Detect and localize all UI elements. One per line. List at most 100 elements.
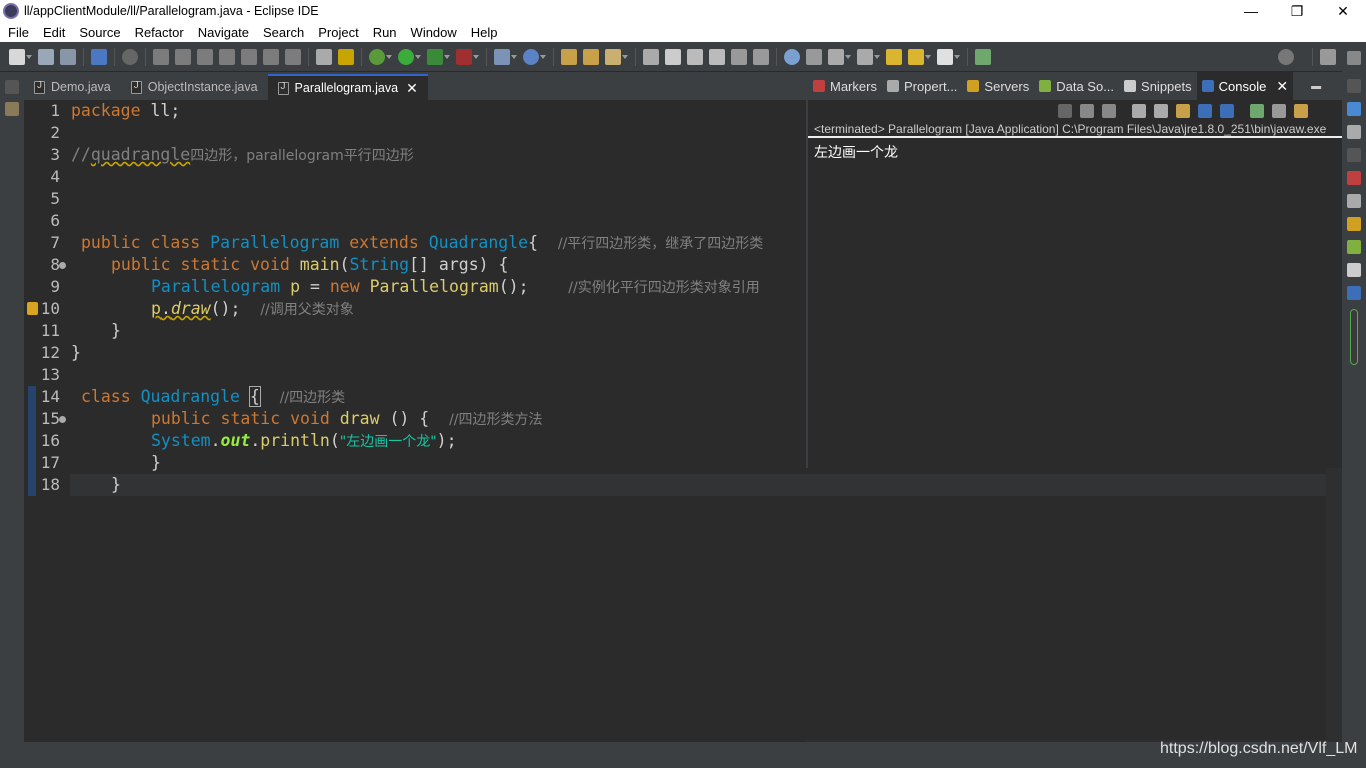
data-source-icon[interactable] (1347, 240, 1361, 254)
java-ee-perspective-icon[interactable] (1320, 48, 1336, 65)
run-dropdown-icon[interactable] (415, 54, 421, 59)
step-return-icon[interactable] (285, 48, 301, 65)
close-window-button[interactable]: ✕ (1320, 0, 1366, 22)
tab-objectinstance-java[interactable]: ObjectInstance.java (121, 74, 268, 100)
step-over-icon[interactable] (263, 48, 279, 65)
view-menu-icon[interactable]: ▬ (1311, 81, 1321, 92)
close-tab-icon[interactable]: ✕ (406, 80, 418, 97)
terminate-icon[interactable] (197, 48, 213, 65)
use-step-filters-icon[interactable] (338, 48, 354, 65)
menu-search[interactable]: Search (255, 25, 310, 40)
debug-dropdown-icon[interactable] (386, 54, 392, 59)
tab-parallelogram-java[interactable]: Parallelogram.java ✕ (267, 74, 428, 100)
tab-data-source[interactable]: Data So... (1034, 72, 1119, 100)
task-list-icon[interactable] (1347, 125, 1361, 139)
pin-console-icon[interactable] (1250, 104, 1264, 118)
open-perspective-icon[interactable] (975, 48, 991, 65)
menu-navigate[interactable]: Navigate (190, 25, 255, 40)
coverage-icon[interactable] (427, 48, 443, 65)
previous-annotation-icon[interactable] (857, 48, 873, 65)
save-all-icon[interactable] (60, 48, 76, 65)
restore-button[interactable]: ❐ (1274, 0, 1320, 22)
drop-to-frame-icon[interactable] (316, 48, 332, 65)
resume-icon[interactable] (153, 48, 169, 65)
minimize-button[interactable]: — (1228, 0, 1274, 22)
scroll-lock-icon[interactable] (1154, 104, 1168, 118)
next-annotation-icon[interactable] (828, 48, 844, 65)
pin-editor-icon[interactable] (806, 48, 822, 65)
search-tool-icon[interactable] (605, 48, 621, 65)
remove-launch-icon[interactable] (1080, 104, 1094, 118)
external-tools-dropdown-icon[interactable] (473, 54, 479, 59)
menu-window[interactable]: Window (403, 25, 463, 40)
new-java-class-icon[interactable] (523, 48, 539, 65)
package-explorer-icon[interactable] (5, 102, 19, 116)
menu-edit[interactable]: Edit (35, 25, 71, 40)
snippets-icon[interactable] (1347, 263, 1361, 277)
menu-source[interactable]: Source (71, 25, 126, 40)
forward-arrow-icon[interactable] (937, 48, 953, 65)
fold-icon[interactable] (59, 262, 66, 269)
menu-refactor[interactable]: Refactor (127, 25, 190, 40)
menu-file[interactable]: File (0, 25, 35, 40)
globe-icon[interactable] (784, 48, 800, 65)
save-icon[interactable] (38, 48, 54, 65)
new-dropdown-icon[interactable] (26, 54, 32, 59)
terminal-icon[interactable] (91, 48, 107, 65)
new-java-project-icon[interactable] (494, 48, 510, 65)
coverage-dropdown-icon[interactable] (444, 54, 450, 59)
debug-icon[interactable] (369, 48, 385, 65)
remove-all-terminated-icon[interactable] (1102, 104, 1116, 118)
menu-help[interactable]: Help (463, 25, 504, 40)
display-console-icon[interactable] (1272, 104, 1286, 118)
open-type-icon[interactable] (561, 48, 577, 65)
show-on-stdout-icon[interactable] (1198, 104, 1212, 118)
search-dropdown-icon[interactable] (622, 54, 628, 59)
annotation-icon[interactable] (643, 48, 659, 65)
annotation-dropdown-icon[interactable] (845, 54, 851, 59)
back-dropdown-icon[interactable] (925, 54, 931, 59)
step-into-icon[interactable] (241, 48, 257, 65)
servers-icon[interactable] (1347, 217, 1361, 231)
new-project-dropdown-icon[interactable] (511, 54, 517, 59)
restore-view-icon[interactable] (5, 80, 19, 94)
properties-icon[interactable] (1347, 194, 1361, 208)
stop-icon[interactable] (1058, 104, 1072, 118)
highlight-icon[interactable] (665, 48, 681, 65)
perspective-icon[interactable] (1347, 51, 1361, 65)
open-console-icon[interactable] (1294, 104, 1308, 118)
tab-demo-java[interactable]: Demo.java (24, 74, 121, 100)
run-icon[interactable] (398, 48, 414, 65)
new-icon[interactable] (9, 48, 25, 65)
tab-markers[interactable]: Markers (808, 72, 882, 100)
console-icon[interactable] (1347, 286, 1361, 300)
prev-dropdown-icon[interactable] (874, 54, 880, 59)
tab-console[interactable]: Console ✕ (1196, 72, 1294, 100)
tab-snippets[interactable]: Snippets (1119, 72, 1197, 100)
forward-dropdown-icon[interactable] (954, 54, 960, 59)
word-wrap-icon[interactable] (1176, 104, 1190, 118)
show-on-stderr-icon[interactable] (1220, 104, 1234, 118)
open-task-icon[interactable] (583, 48, 599, 65)
show-whitespace-icon[interactable] (753, 48, 769, 65)
tab-servers[interactable]: Servers (962, 72, 1034, 100)
console-output[interactable]: 左边画一个龙 (808, 138, 1342, 166)
new-class-dropdown-icon[interactable] (540, 54, 546, 59)
fold-icon[interactable] (59, 416, 66, 423)
block-selection-icon[interactable] (731, 48, 747, 65)
last-edit-location-icon[interactable] (886, 48, 902, 65)
outline-view-icon[interactable] (1347, 102, 1361, 116)
back-arrow-icon[interactable] (908, 48, 924, 65)
external-tools-icon[interactable] (456, 48, 472, 65)
markers-icon[interactable] (1347, 171, 1361, 185)
tab-properties[interactable]: Propert... (882, 72, 962, 100)
suspend-icon[interactable] (175, 48, 191, 65)
clear-console-icon[interactable] (1132, 104, 1146, 118)
menu-project[interactable]: Project (310, 25, 364, 40)
outline-icon[interactable] (709, 48, 725, 65)
restore-view-icon[interactable] (1347, 148, 1361, 162)
quick-access-search-icon[interactable] (1278, 48, 1294, 65)
menu-run[interactable]: Run (365, 25, 403, 40)
close-tab-icon[interactable]: ✕ (1276, 78, 1288, 95)
restore-view-icon[interactable] (1347, 79, 1361, 93)
